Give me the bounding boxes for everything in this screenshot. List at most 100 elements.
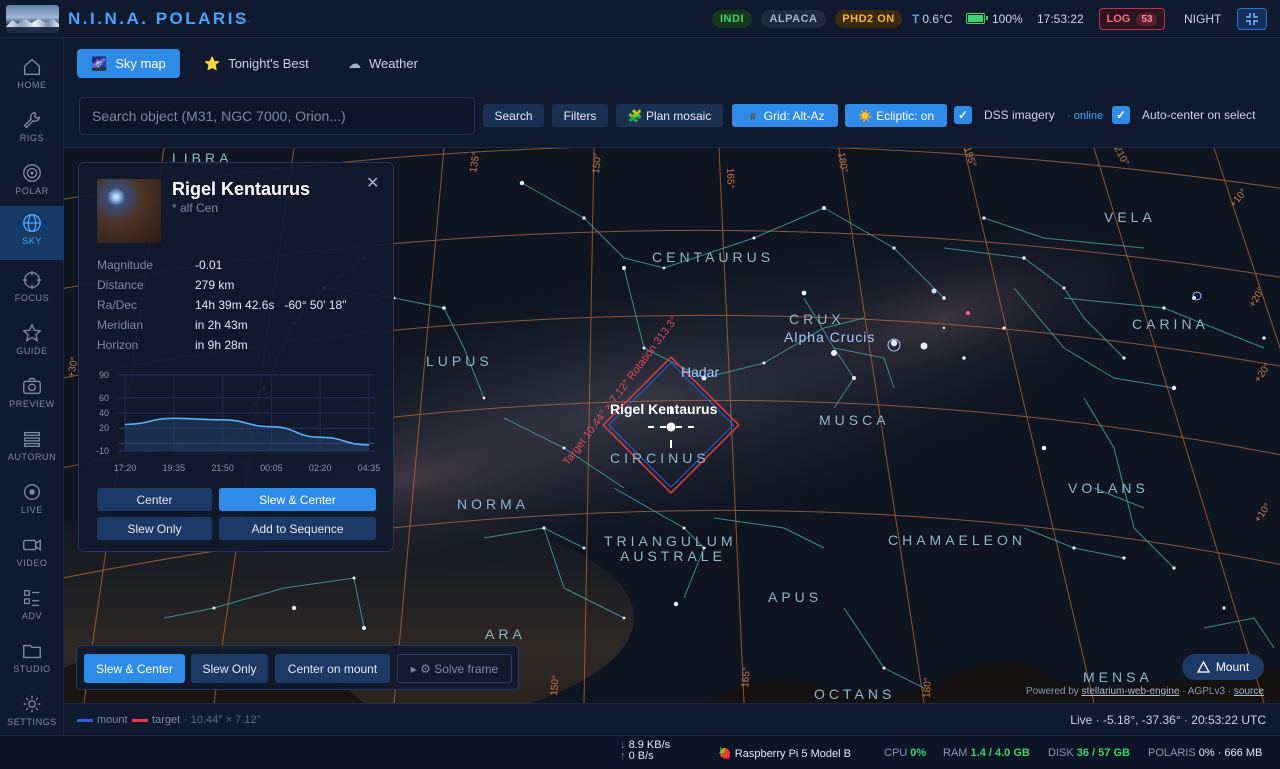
chart-y-tick: -10 bbox=[96, 446, 109, 456]
constellation-circinus: CIRCINUS bbox=[610, 450, 710, 466]
star-label-hadar: Hadar bbox=[681, 364, 719, 380]
legend-target: target bbox=[132, 714, 180, 726]
sidebar-item-live[interactable]: LIVE bbox=[0, 475, 64, 525]
device-name: 🍓 Raspberry Pi 5 Model B bbox=[718, 748, 851, 760]
constellation-centaurus: CENTAURUS bbox=[652, 249, 774, 265]
grid-list-icon bbox=[24, 590, 40, 606]
fullscreen-icon[interactable] bbox=[1237, 8, 1267, 30]
object-detail-panel: Rigel Kentaurus * alf Cen ✕ Magnitude -0.… bbox=[78, 162, 394, 552]
log-count-badge: 53 bbox=[1136, 12, 1158, 26]
constellation-chamaeleon: CHAMAELEON bbox=[888, 532, 1026, 548]
mount-button[interactable]: Mount bbox=[1182, 654, 1264, 680]
crosshair-icon bbox=[22, 270, 42, 290]
constellation-mensa: MENSA bbox=[1083, 669, 1153, 685]
sidebar-item-video[interactable]: VIDEO bbox=[0, 528, 64, 578]
target-icon bbox=[23, 164, 41, 182]
sidebar-item-studio[interactable]: STUDIO bbox=[0, 634, 64, 684]
constellation-volans: VOLANS bbox=[1068, 480, 1149, 496]
tab-sky-map[interactable]: 🌌 Sky map bbox=[77, 49, 180, 78]
search-button[interactable]: Search bbox=[483, 104, 544, 127]
svg-text:180°: 180° bbox=[922, 677, 934, 698]
raspberry-icon: 🍓 bbox=[718, 748, 732, 760]
dss-status: · online bbox=[1067, 110, 1104, 122]
chart-y-tick: 90 bbox=[99, 370, 109, 380]
powered-by: Powered by stellarium-web-engine · AGPLv… bbox=[1026, 686, 1264, 697]
slew-center-button[interactable]: Slew & Center bbox=[219, 488, 376, 511]
network-rates: ↓ 8.9 KB/s ↑ 0 B/s bbox=[620, 739, 671, 762]
autocenter-label: Auto-center on select bbox=[1142, 108, 1256, 122]
folder-icon bbox=[23, 644, 41, 659]
star-icon bbox=[22, 323, 42, 342]
cpu-stat: CPU 0% bbox=[884, 747, 927, 759]
filters-button[interactable]: Filters bbox=[552, 104, 608, 127]
sidebar-item-adv[interactable]: ADV bbox=[0, 581, 64, 631]
chart-x-tick: 02:20 bbox=[309, 463, 332, 473]
tab-bar: 🌌 Sky map ⭐ Tonight's Best ☁ Weather bbox=[64, 38, 1280, 90]
record-icon bbox=[23, 483, 41, 501]
constellation-triangulum: TRIANGULUM bbox=[604, 533, 737, 549]
add-to-sequence-button[interactable]: Add to Sequence bbox=[219, 517, 376, 540]
live-coordinates: Live · -5.18°, -37.36° · 20:53:22 UTC bbox=[1070, 713, 1266, 727]
constellation-octans: OCTANS bbox=[814, 686, 895, 702]
chart-x-tick: 21:50 bbox=[211, 463, 234, 473]
constellation-ara: ARA bbox=[485, 626, 526, 642]
night-mode-toggle[interactable]: NIGHT bbox=[1184, 12, 1221, 26]
top-bar: N.I.N.A. POLARIS v... INDI ALPACA PHD2 O… bbox=[0, 0, 1280, 38]
svg-text:150°: 150° bbox=[591, 153, 604, 175]
chart-x-tick: 19:35 bbox=[163, 463, 186, 473]
map-action-bar: Slew & Center Slew Only Center on mount … bbox=[76, 645, 519, 690]
sidebar-item-focus[interactable]: FOCUS bbox=[0, 263, 64, 313]
constellation-crux: CRUX bbox=[789, 311, 845, 327]
globe-icon bbox=[23, 214, 41, 232]
svg-text:165°: 165° bbox=[740, 667, 753, 689]
sidebar-item-autorun[interactable]: AUTORUN bbox=[0, 422, 64, 472]
sidebar-item-polar[interactable]: POLAR bbox=[0, 156, 64, 206]
camera-icon bbox=[23, 377, 41, 395]
chart-y-tick: 60 bbox=[99, 393, 109, 403]
sidebar-item-guide[interactable]: GUIDE bbox=[0, 316, 64, 366]
sidebar-item-settings[interactable]: SETTINGS bbox=[0, 687, 64, 737]
autocenter-checkbox[interactable]: ✓ bbox=[1112, 106, 1130, 124]
slew-center-button-bottom[interactable]: Slew & Center bbox=[84, 654, 185, 683]
log-button[interactable]: LOG 53 bbox=[1099, 8, 1165, 30]
dss-checkbox[interactable]: ✓ bbox=[954, 106, 972, 124]
tab-weather[interactable]: ☁ Weather bbox=[334, 49, 432, 78]
alpaca-badge[interactable]: ALPACA bbox=[761, 10, 826, 28]
search-input[interactable] bbox=[79, 97, 475, 135]
indi-badge[interactable]: INDI bbox=[712, 10, 752, 28]
constellation-lupus: LUPUS bbox=[426, 353, 493, 369]
sidebar-item-preview[interactable]: PREVIEW bbox=[0, 369, 64, 419]
solve-frame-button[interactable]: ▸ ⚙ Solve frame bbox=[397, 654, 512, 683]
grid-toggle-button[interactable]: #️ Grid: Alt-Az bbox=[732, 104, 838, 127]
svg-text:150°: 150° bbox=[549, 675, 562, 697]
constellation-norma: NORMA bbox=[457, 496, 529, 512]
polaris-stat: POLARIS 0% · 666 MB bbox=[1148, 747, 1263, 759]
center-on-mount-button[interactable]: Center on mount bbox=[275, 654, 390, 683]
app-logo: N.I.N.A. POLARIS bbox=[68, 9, 249, 28]
disk-stat: DISK 36 / 57 GB bbox=[1048, 747, 1130, 759]
status-bar: ↓ 8.9 KB/s ↑ 0 B/s 🍓 Raspberry Pi 5 Mode… bbox=[0, 735, 1280, 769]
ecliptic-toggle-button[interactable]: ☀️ Ecliptic: on bbox=[845, 104, 947, 127]
app-version: v... bbox=[238, 14, 251, 25]
slew-only-button[interactable]: Slew Only bbox=[97, 517, 212, 540]
legend-fov: · 10.44° × 7.12° bbox=[184, 714, 261, 726]
sidebar: HOME RIGS POLAR SKY FOCUS GUIDE PREVIEW … bbox=[0, 38, 64, 735]
slew-only-button-bottom[interactable]: Slew Only bbox=[191, 654, 268, 683]
plan-mosaic-button[interactable]: 🧩 Plan mosaic bbox=[616, 104, 723, 127]
svg-text:165°: 165° bbox=[724, 168, 736, 189]
altitude-chart: 90 60 40 20 -10 17:20 19:35 21:50 00:05 02:20 04:3… bbox=[96, 370, 380, 473]
center-button[interactable]: Center bbox=[97, 488, 212, 511]
chart-x-tick: 00:05 bbox=[260, 463, 283, 473]
object-thumbnail bbox=[97, 179, 161, 243]
dss-label: DSS imagery bbox=[984, 108, 1055, 122]
object-name: Rigel Kentaurus bbox=[172, 179, 311, 199]
sidebar-item-sky[interactable]: SKY bbox=[0, 206, 64, 260]
source-link[interactable]: source bbox=[1234, 686, 1264, 697]
phd2-badge[interactable]: PHD2 ON bbox=[835, 10, 902, 28]
sidebar-item-rigs[interactable]: RIGS bbox=[0, 103, 64, 153]
sidebar-item-home[interactable]: HOME bbox=[0, 50, 64, 100]
tab-tonights-best[interactable]: ⭐ Tonight's Best bbox=[190, 49, 323, 78]
engine-link[interactable]: stellarium-web-engine bbox=[1082, 686, 1180, 697]
legend-mount: mount bbox=[77, 714, 128, 726]
close-icon[interactable]: ✕ bbox=[366, 173, 379, 193]
